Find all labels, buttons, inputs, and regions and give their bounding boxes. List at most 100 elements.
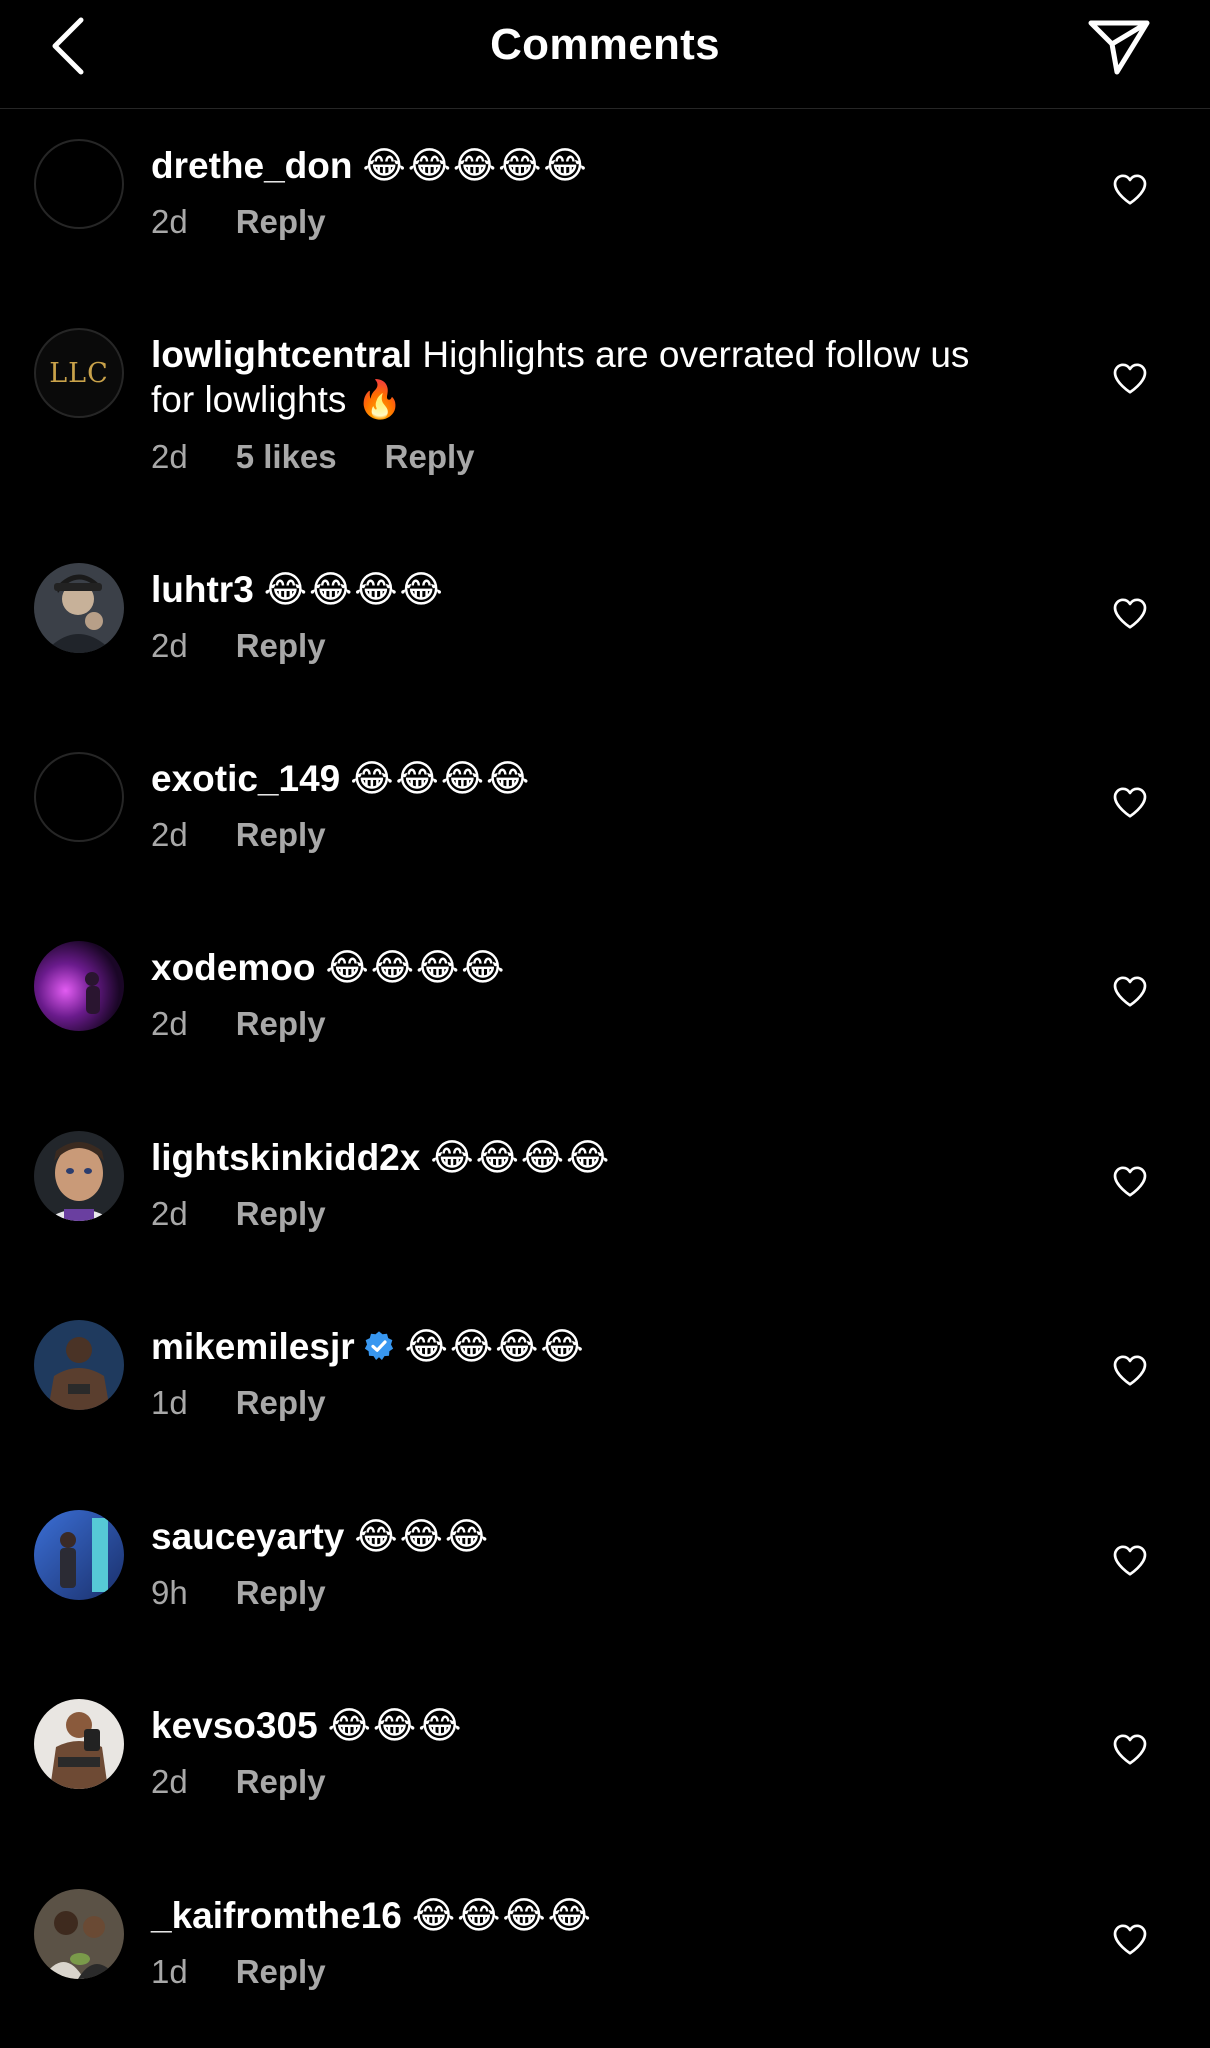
comment-meta: 2d Reply — [151, 1195, 326, 1233]
comment-username[interactable]: lowlightcentral — [151, 334, 412, 375]
comment-time: 2d — [151, 627, 188, 664]
like-button[interactable] — [1108, 356, 1152, 400]
heart-outline-icon — [1113, 787, 1147, 818]
comment-text: 😂😂😂😂 — [430, 1137, 612, 1178]
like-button[interactable] — [1108, 1348, 1152, 1392]
reply-button[interactable]: Reply — [236, 1384, 326, 1422]
comment-body: sauceyarty 😂😂😂 — [151, 1514, 1011, 1559]
page-title: Comments — [490, 20, 720, 69]
like-button[interactable] — [1108, 167, 1152, 211]
reply-button[interactable]: Reply — [236, 1763, 326, 1801]
avatar-photo — [34, 1131, 124, 1221]
heart-outline-icon — [1113, 976, 1147, 1007]
comment-meta: 2d 5 likes Reply — [151, 438, 475, 476]
reply-button[interactable]: Reply — [236, 816, 326, 854]
avatar[interactable] — [34, 1889, 124, 1979]
comment-time: 1d — [151, 1384, 188, 1421]
comment-username[interactable]: _kaifromthe16 — [151, 1895, 402, 1936]
comment-text: 😂😂😂😂 — [263, 569, 445, 610]
reply-button[interactable]: Reply — [236, 1574, 326, 1612]
comment-body: lightskinkidd2x 😂😂😂😂 — [151, 1135, 1011, 1180]
heart-outline-icon — [1113, 363, 1147, 394]
avatar[interactable] — [34, 563, 124, 653]
comment-meta: 2d Reply — [151, 1005, 326, 1043]
avatar-photo — [34, 941, 124, 1031]
comment-meta: 1d Reply — [151, 1953, 326, 1991]
avatar-logo-text: LLC — [49, 357, 109, 389]
like-button[interactable] — [1108, 969, 1152, 1013]
comment-username[interactable]: exotic_149 — [151, 758, 340, 799]
comment-text: 😂😂😂😂 — [411, 1895, 593, 1936]
comment-time: 1d — [151, 1953, 188, 1990]
comment-text: 😂😂😂😂 — [404, 1326, 586, 1367]
comment-text: 😂😂😂😂😂 — [362, 145, 589, 186]
comment-username[interactable]: mikemilesjr — [151, 1326, 355, 1367]
heart-outline-icon — [1113, 1924, 1147, 1955]
comment-body: xodemoo 😂😂😂😂 — [151, 945, 1011, 990]
comment-time: 2d — [151, 1195, 188, 1232]
comment-body: exotic_149 😂😂😂😂 — [151, 756, 1011, 801]
avatar-photo — [34, 1889, 124, 1979]
like-button[interactable] — [1108, 1727, 1152, 1771]
comment-time: 2d — [151, 1763, 188, 1800]
reply-button[interactable]: Reply — [236, 203, 326, 241]
share-button[interactable] — [1084, 14, 1154, 80]
paper-plane-icon — [1088, 20, 1150, 75]
avatar[interactable] — [34, 941, 124, 1031]
comment-meta: 2d Reply — [151, 627, 326, 665]
comment-username[interactable]: kevso305 — [151, 1705, 318, 1746]
reply-button[interactable]: Reply — [236, 1195, 326, 1233]
avatar-photo — [34, 1320, 124, 1410]
likes-count[interactable]: 5 likes — [236, 438, 337, 476]
comment-meta: 2d Reply — [151, 203, 326, 241]
heart-outline-icon — [1113, 1545, 1147, 1576]
comment-time: 2d — [151, 1005, 188, 1042]
avatar[interactable] — [34, 139, 124, 229]
comment-username[interactable]: lightskinkidd2x — [151, 1137, 420, 1178]
comment-meta: 2d Reply — [151, 1763, 326, 1801]
verified-badge-icon — [364, 1331, 393, 1360]
comment-body: luhtr3 😂😂😂😂 — [151, 567, 1011, 612]
comment-body: mikemilesjr 😂😂😂😂 — [151, 1324, 1011, 1369]
like-button[interactable] — [1108, 1917, 1152, 1961]
avatar[interactable] — [34, 1131, 124, 1221]
heart-outline-icon — [1113, 1734, 1147, 1765]
avatar[interactable] — [34, 1320, 124, 1410]
heart-outline-icon — [1113, 1166, 1147, 1197]
avatar[interactable] — [34, 1699, 124, 1789]
avatar[interactable] — [34, 752, 124, 842]
reply-button[interactable]: Reply — [236, 1005, 326, 1043]
comment-meta: 2d Reply — [151, 816, 326, 854]
comment-time: 2d — [151, 203, 188, 240]
comment-username[interactable]: xodemoo — [151, 947, 315, 988]
like-button[interactable] — [1108, 1159, 1152, 1203]
heart-outline-icon — [1113, 1355, 1147, 1386]
reply-button[interactable]: Reply — [236, 1953, 326, 1991]
comment-text: 😂😂😂😂 — [325, 947, 507, 988]
avatar-photo — [34, 1699, 124, 1789]
comment-text: 😂😂😂 — [354, 1516, 491, 1557]
comment-meta: 9h Reply — [151, 1574, 326, 1612]
comment-time: 2d — [151, 438, 188, 475]
heart-outline-icon — [1113, 598, 1147, 629]
reply-button[interactable]: Reply — [236, 627, 326, 665]
comment-body: drethe_don 😂😂😂😂😂 — [151, 143, 1011, 188]
like-button[interactable] — [1108, 1538, 1152, 1582]
comment-meta: 1d Reply — [151, 1384, 326, 1422]
comment-time: 2d — [151, 816, 188, 853]
like-button[interactable] — [1108, 591, 1152, 635]
avatar[interactable] — [34, 1510, 124, 1600]
comment-body: kevso305 😂😂😂 — [151, 1703, 1011, 1748]
comment-time: 9h — [151, 1574, 188, 1611]
comment-text: 😂😂😂 — [327, 1705, 464, 1746]
comment-username[interactable]: drethe_don — [151, 145, 352, 186]
comment-username[interactable]: luhtr3 — [151, 569, 254, 610]
avatar[interactable]: LLC — [34, 328, 124, 418]
reply-button[interactable]: Reply — [385, 438, 475, 476]
header-bar: Comments — [0, 0, 1210, 109]
comment-username[interactable]: sauceyarty — [151, 1516, 344, 1557]
like-button[interactable] — [1108, 780, 1152, 824]
comment-text: 😂😂😂😂 — [350, 758, 532, 799]
comment-body: lowlightcentral Highlights are overrated… — [151, 332, 1011, 422]
comment-body: _kaifromthe16 😂😂😂😂 — [151, 1893, 1011, 1938]
